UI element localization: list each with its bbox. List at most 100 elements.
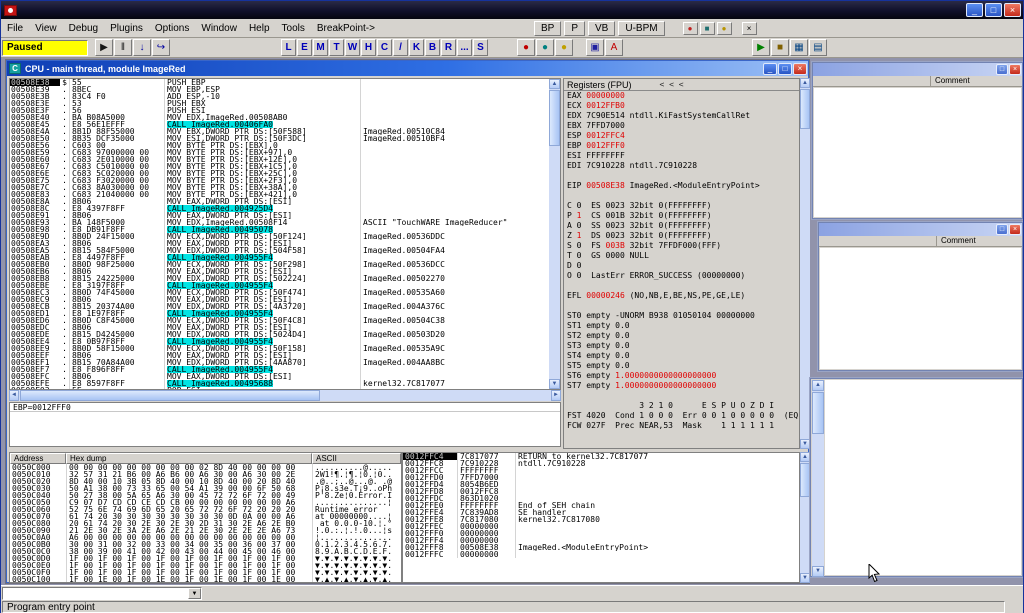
disasm-row[interactable]: 00508ED6.8B0D C8F45000MOV ECX,DWORD PTR …: [10, 317, 549, 324]
scroll-up-icon[interactable]: ▲: [549, 79, 560, 89]
disasm-row[interactable]: 00508E98.E8 DB91F8FFCALL ImageRed.004950…: [10, 226, 549, 233]
disasm-row[interactable]: 00508E4A.8B1D 88F55000MOV EBX,DWORD PTR …: [10, 128, 549, 135]
stack-row[interactable]: 0012FFF000000000: [403, 530, 799, 537]
register-line[interactable]: ST5 empty 0.0: [564, 361, 799, 371]
cpu-titlebar[interactable]: C CPU - main thread, module ImageRed _ □…: [7, 61, 808, 76]
panel-button-k[interactable]: K: [409, 39, 424, 56]
panel-button-l[interactable]: L: [281, 39, 296, 56]
info-pane[interactable]: EBP=0012FFF0: [9, 402, 561, 447]
breakpoint-icon[interactable]: ●: [517, 39, 535, 56]
dump-row[interactable]: 0050C050C9 07 D7 CD CD CE CD CB 00 00 00…: [10, 499, 401, 506]
dump-header-ascii[interactable]: ASCII: [312, 453, 401, 464]
menu-item-view[interactable]: View: [29, 21, 63, 36]
scroll-thumb[interactable]: [549, 90, 560, 146]
comment-window-2-titlebar[interactable]: □ ×: [819, 223, 1022, 236]
chevron-down-icon[interactable]: ▼: [188, 588, 201, 599]
menu-item-window[interactable]: Window: [195, 21, 243, 36]
panel-button-c[interactable]: C: [377, 39, 392, 56]
scroll-thumb[interactable]: [812, 392, 824, 434]
disasm-row[interactable]: 00508EC3.8B0D 74F45000MOV ECX,DWORD PTR …: [10, 289, 549, 296]
disasm-row[interactable]: 00508EEF.8B06MOV EAX,DWORD PTR DS:[ESI]: [10, 352, 549, 359]
step-over-icon[interactable]: ↪: [152, 39, 170, 56]
register-line[interactable]: FST 4020 Cond 1 0 0 0 Err 0 0 1 0 0 0 0 …: [564, 411, 799, 421]
register-line[interactable]: P 1 CS 001B 32bit 0(FFFFFFFF): [564, 211, 799, 221]
disasm-row[interactable]: 00508ED1.E8 1E97F8FFCALL ImageRed.004955…: [10, 310, 549, 317]
disasm-row[interactable]: 00508E7C.C683 8A030000 00MOV BYTE PTR DS…: [10, 184, 549, 191]
dump-row[interactable]: 0050C01032 57 31 21 B6 00 A6 B6 00 A6 30…: [10, 471, 401, 478]
panel-button-[interactable]: /: [393, 39, 408, 56]
dump-header-hex[interactable]: Hex dump: [66, 453, 312, 464]
command-input[interactable]: [3, 588, 188, 599]
disasm-row[interactable]: 00508E8A.8B06MOV EAX,DWORD PTR DS:[ESI]: [10, 198, 549, 205]
stack-row[interactable]: 0012FFC87C910228ntdll.7C910228: [403, 460, 799, 467]
register-line[interactable]: ST1 empty 0.0: [564, 321, 799, 331]
disasm-row[interactable]: 00508E93.BA 148F5000MOV EDX,ImageRed.005…: [10, 219, 549, 226]
disasm-row[interactable]: 00508EAB.E8 4497F8FFCALL ImageRed.004955…: [10, 254, 549, 261]
stack-row[interactable]: 0012FFDC863D1020: [403, 495, 799, 502]
plugin-options-icon[interactable]: ●: [717, 22, 732, 35]
register-line[interactable]: ST2 empty 0.0: [564, 331, 799, 341]
stack-row[interactable]: 0012FFE47C839AD8SE handler: [403, 509, 799, 516]
disasm-row[interactable]: 00508ECB.8B15 20374A00MOV EDX,DWORD PTR …: [10, 303, 549, 310]
register-line[interactable]: ST4 empty 0.0: [564, 351, 799, 361]
pause-icon[interactable]: ‖: [114, 39, 132, 56]
disasm-row[interactable]: 00508EE9.8B0D 58F15000MOV ECX,DWORD PTR …: [10, 345, 549, 352]
disassembly-pane[interactable]: 00508E38$55PUSH EBP00508E39.8BECMOV EBP,…: [9, 78, 561, 390]
comment-window-2-body[interactable]: [820, 248, 1021, 369]
register-line[interactable]: [564, 191, 799, 201]
disasm-row[interactable]: 00508E83.C683 21040000 00MOV BYTE PTR DS…: [10, 191, 549, 198]
register-line[interactable]: ESI FFFFFFFF: [564, 151, 799, 161]
dump-row[interactable]: 0050C0F01F 00 1F 00 1F 00 1F 00 1F 00 1F…: [10, 569, 401, 576]
scroll-up-icon[interactable]: ▲: [800, 452, 810, 462]
register-line[interactable]: EBX 7FFD7000: [564, 121, 799, 131]
comment-window-1-body[interactable]: [814, 88, 1021, 217]
scroll-up-icon[interactable]: ▲: [800, 78, 810, 88]
menu-item-help[interactable]: Help: [243, 21, 276, 36]
disasm-row[interactable]: 00508E3B.83C4 F0ADD ESP,-10: [10, 93, 549, 100]
register-line[interactable]: EDX 7C90E514 ntdll.KiFastSystemCallRet: [564, 111, 799, 121]
dump-row[interactable]: 0050C0D01F 00 1F 00 1F 00 1F 00 1F 00 1F…: [10, 555, 401, 562]
stack-pane[interactable]: 0012FFC47C817077RETURN to kernel32.7C817…: [402, 452, 800, 583]
scroll-thumb[interactable]: [20, 390, 320, 401]
disasm-row[interactable]: 00508E91.8B06MOV EAX,DWORD PTR DS:[ESI]: [10, 212, 549, 219]
cascade-windows-icon[interactable]: ▤: [809, 39, 827, 56]
dump-row[interactable]: 0050C06052 75 6E 74 69 6D 65 20 65 72 72…: [10, 506, 401, 513]
appearance-icon[interactable]: A: [605, 39, 623, 56]
scroll-down-icon[interactable]: ▼: [812, 566, 824, 577]
disasm-row[interactable]: 00508EF7.E8 F896F8FFCALL ImageRed.004955…: [10, 366, 549, 373]
register-line[interactable]: 3 2 1 0 E S P U O Z D I: [564, 401, 799, 411]
stack-row[interactable]: 0012FFE0FFFFFFFFEnd of SEH chain: [403, 502, 799, 509]
dump-row[interactable]: 0050C0A0A6 00 00 00 00 00 00 00 00 00 00…: [10, 534, 401, 541]
disasm-row[interactable]: 00508EF1.8B15 70A84A00MOV EDX,DWORD PTR …: [10, 359, 549, 366]
panel-button-b[interactable]: B: [425, 39, 440, 56]
disasm-row[interactable]: 00508E56.C603 00MOV BYTE PTR DS:[EBX],0: [10, 142, 549, 149]
disasm-row[interactable]: 00508EB0.8B0D 98F25000MOV ECX,DWORD PTR …: [10, 261, 549, 268]
disasm-row[interactable]: 00508EE4.E8 0B97F8FFCALL ImageRed.004955…: [10, 338, 549, 345]
menu-item-tools[interactable]: Tools: [276, 21, 311, 36]
patch-icon[interactable]: ●: [555, 39, 573, 56]
toolbar-close-button[interactable]: ×: [742, 22, 757, 35]
dump-row[interactable]: 0050C08020 61 74 20 30 2E 30 2E 30 2D 31…: [10, 520, 401, 527]
panel-button-r[interactable]: R: [441, 39, 456, 56]
stack-row[interactable]: 0012FFFC00000000: [403, 551, 799, 558]
panel-button-[interactable]: ...: [457, 39, 472, 56]
stack-row[interactable]: 0012FFD80012FFC8: [403, 488, 799, 495]
step-into-icon[interactable]: ↓: [133, 39, 151, 56]
column-spacer[interactable]: [813, 76, 931, 86]
register-line[interactable]: ST3 empty 0.0: [564, 341, 799, 351]
close-button[interactable]: ×: [1004, 3, 1021, 17]
disasm-row[interactable]: 00508EB6.8B06MOV EAX,DWORD PTR DS:[ESI]: [10, 268, 549, 275]
dump-row[interactable]: 0050C0C038 00 39 00 41 00 42 00 43 00 44…: [10, 548, 401, 555]
disasm-row[interactable]: 00508EBE.E8 3197F8FFCALL ImageRed.004955…: [10, 282, 549, 289]
scroll-down-icon[interactable]: ▼: [800, 573, 810, 583]
cpu-close-button[interactable]: ×: [793, 63, 807, 75]
disasm-row[interactable]: 00508E9D.8B0D 24F15000MOV ECX,DWORD PTR …: [10, 233, 549, 240]
register-line[interactable]: ST6 empty 1.0000000000000000000: [564, 371, 799, 381]
plugin-breakpoint-icon[interactable]: ●: [683, 22, 698, 35]
plugin-button-p[interactable]: P: [564, 21, 585, 36]
register-line[interactable]: EDI 7C910228 ntdll.7C910228: [564, 161, 799, 171]
register-line[interactable]: EAX 00000000: [564, 91, 799, 101]
registers-scrollbar[interactable]: ▲ ▼: [800, 78, 810, 449]
disasm-row[interactable]: 00508EB8.8B15 24225000MOV EDX,DWORD PTR …: [10, 275, 549, 282]
disasm-row[interactable]: 00508E40.BA B08A5000MOV EDX,ImageRed.005…: [10, 114, 549, 121]
